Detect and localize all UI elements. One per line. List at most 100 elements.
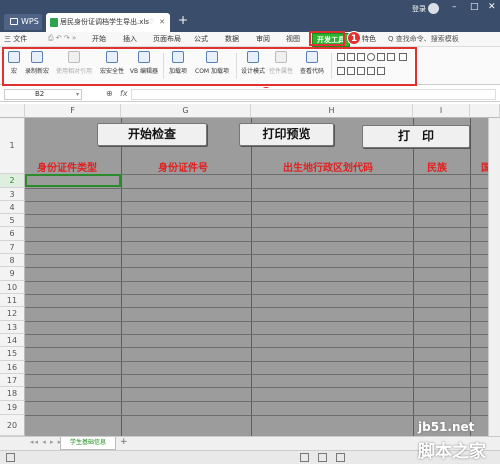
menu-toolbar-icons[interactable]: ⎙ ↶ ↷ » bbox=[48, 34, 76, 43]
title-bar: WPS 居民身份证调档学生导出.xls ♡ ✕ + 登录 – □ ✕ bbox=[0, 0, 500, 32]
vertical-scrollbar[interactable] bbox=[488, 118, 500, 436]
menu-review[interactable]: 审阅 bbox=[256, 34, 270, 44]
formula-input[interactable] bbox=[131, 89, 496, 100]
gridline bbox=[25, 267, 500, 268]
row-header-4[interactable]: 4 bbox=[0, 201, 25, 214]
column-header-f[interactable]: F bbox=[25, 104, 121, 118]
page-layout-view-icon[interactable] bbox=[318, 453, 327, 462]
row-header-10[interactable]: 10 bbox=[0, 281, 25, 294]
row-header-18[interactable]: 18 bbox=[0, 387, 25, 401]
gridline bbox=[25, 188, 500, 189]
wps-menu-button[interactable]: WPS bbox=[4, 14, 42, 30]
gridline bbox=[25, 254, 500, 255]
menu-data[interactable]: 数据 bbox=[225, 34, 239, 44]
row-header-7[interactable]: 7 bbox=[0, 241, 25, 254]
row-header-6[interactable]: 6 bbox=[0, 227, 25, 241]
document-tab-label: 居民身份证调档学生导出.xls bbox=[60, 18, 149, 26]
row-header-13[interactable]: 13 bbox=[0, 321, 25, 334]
new-tab-button[interactable]: + bbox=[178, 13, 188, 27]
gridline bbox=[25, 415, 500, 416]
menu-formulas[interactable]: 公式 bbox=[194, 34, 208, 44]
selected-cell[interactable] bbox=[25, 174, 121, 187]
name-box[interactable]: B2 ▾ bbox=[4, 89, 82, 100]
row-header-3[interactable]: 3 bbox=[0, 188, 25, 201]
watermark-site-name: 脚本之家 bbox=[418, 442, 486, 462]
maximize-icon[interactable]: □ bbox=[470, 2, 479, 12]
row-header-9[interactable]: 9 bbox=[0, 267, 25, 281]
zoom-icon[interactable]: ⊕ bbox=[106, 89, 113, 98]
annotation-badge-1: 1 bbox=[347, 31, 361, 45]
print-button[interactable]: 打 印 bbox=[362, 125, 470, 148]
highlight-box-developer bbox=[309, 31, 345, 46]
print-preview-button[interactable]: 打印预览 bbox=[239, 123, 334, 146]
row-header-17[interactable]: 17 bbox=[0, 374, 25, 387]
menu-bar: 三 文件 ⎙ ↶ ↷ » 开始 插入 页面布局 公式 数据 审阅 视图 开发工具… bbox=[0, 32, 500, 47]
menu-special[interactable]: 特色 bbox=[362, 34, 376, 44]
row-header-14[interactable]: 14 bbox=[0, 334, 25, 347]
formula-bar: B2 ▾ ⊕ fx bbox=[0, 88, 500, 102]
row-header-8[interactable]: 8 bbox=[0, 254, 25, 267]
menu-view[interactable]: 视图 bbox=[286, 34, 300, 44]
command-search[interactable]: Q 查找命令、搜索模板 bbox=[388, 34, 459, 44]
normal-view-icon[interactable] bbox=[300, 453, 309, 462]
gridline bbox=[25, 334, 500, 335]
gridline bbox=[25, 321, 500, 322]
login-link[interactable]: 登录 bbox=[412, 4, 426, 14]
pin-icon[interactable]: ♡ bbox=[148, 13, 154, 32]
column-header-i[interactable]: I bbox=[413, 104, 470, 118]
close-window-icon[interactable]: ✕ bbox=[488, 2, 496, 12]
add-sheet-button[interactable]: + bbox=[120, 437, 128, 447]
gridline bbox=[25, 387, 500, 388]
document-tab[interactable]: 居民身份证调档学生导出.xls ♡ ✕ bbox=[46, 13, 170, 32]
avatar[interactable] bbox=[428, 3, 439, 14]
row-header-20[interactable]: 20 bbox=[0, 415, 25, 436]
header-id-number: 身份证件号 bbox=[158, 163, 208, 174]
wps-label: WPS bbox=[21, 17, 39, 26]
menu-page-layout[interactable]: 页面布局 bbox=[153, 34, 181, 44]
row-header-12[interactable]: 12 bbox=[0, 307, 25, 321]
gridline bbox=[413, 118, 414, 436]
row-header-5[interactable]: 5 bbox=[0, 214, 25, 227]
gridline bbox=[25, 347, 500, 348]
header-id-type: 身份证件类型 bbox=[37, 163, 97, 174]
menu-start[interactable]: 开始 bbox=[92, 34, 106, 44]
gridline bbox=[470, 118, 471, 436]
gridline bbox=[25, 307, 500, 308]
fx-icon[interactable]: fx bbox=[120, 89, 128, 98]
column-header-h[interactable]: H bbox=[251, 104, 413, 118]
column-header-g[interactable]: G bbox=[121, 104, 251, 118]
gridline bbox=[121, 118, 122, 436]
row-header-19[interactable]: 19 bbox=[0, 401, 25, 415]
minimize-icon[interactable]: – bbox=[452, 2, 457, 12]
menu-file[interactable]: 三 文件 bbox=[4, 34, 27, 44]
cell-reference: B2 bbox=[35, 90, 45, 98]
row-header-1[interactable]: 1 bbox=[0, 118, 25, 174]
gridline bbox=[25, 214, 500, 215]
gridline bbox=[25, 227, 500, 228]
gridline bbox=[25, 401, 500, 402]
highlight-box-ribbon bbox=[2, 47, 417, 86]
header-ethnicity: 民族 bbox=[427, 163, 447, 174]
sheet-tab-student-info[interactable]: 学生基础信息 bbox=[60, 437, 116, 450]
macro-record-icon[interactable] bbox=[6, 453, 15, 462]
menu-insert[interactable]: 插入 bbox=[123, 34, 137, 44]
close-tab-icon[interactable]: ✕ bbox=[159, 13, 165, 32]
header-birthplace-code: 出生地行政区划代码 bbox=[283, 163, 373, 174]
start-check-button[interactable]: 开始检查 bbox=[97, 123, 207, 146]
column-header-j[interactable] bbox=[470, 104, 500, 118]
row-header-2[interactable]: 2 bbox=[0, 174, 25, 188]
gridline bbox=[25, 374, 500, 375]
page-break-view-icon[interactable] bbox=[336, 453, 345, 462]
sheet-grid[interactable]: 开始检查 打印预览 打 印 身份证件类型 身份证件号 出生地行政区划代码 民族 … bbox=[25, 118, 500, 436]
row-header-15[interactable]: 15 bbox=[0, 347, 25, 361]
watermark-domain: jb51.net bbox=[418, 420, 475, 434]
wps-logo-icon bbox=[10, 18, 18, 25]
gridline bbox=[25, 294, 500, 295]
chevron-down-icon[interactable]: ▾ bbox=[76, 90, 79, 99]
row-header-11[interactable]: 11 bbox=[0, 294, 25, 307]
row-header-16[interactable]: 16 bbox=[0, 361, 25, 374]
gridline bbox=[25, 241, 500, 242]
gridline bbox=[251, 118, 252, 436]
select-all-corner[interactable] bbox=[0, 104, 25, 118]
gridline bbox=[25, 281, 500, 282]
